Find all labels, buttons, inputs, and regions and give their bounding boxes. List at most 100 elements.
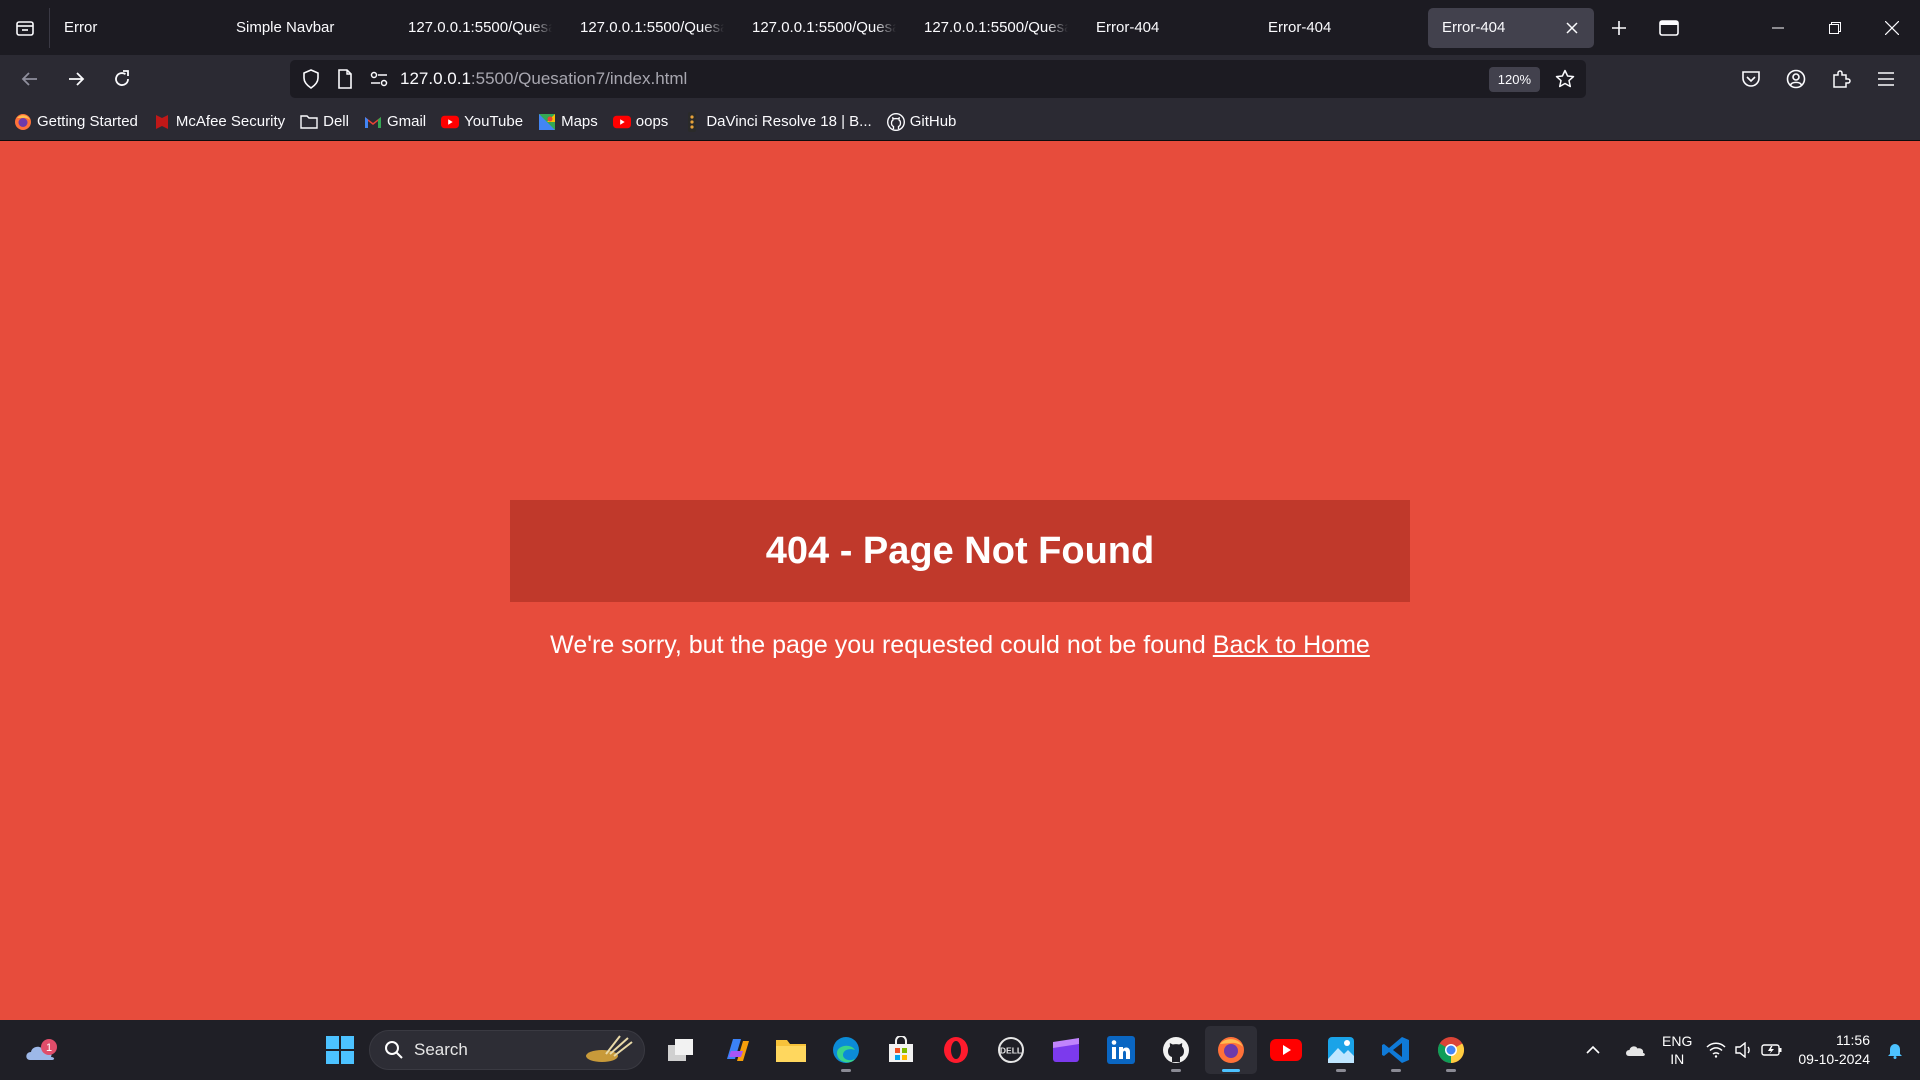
input-language-indicator[interactable]: ENG IN <box>1662 1032 1692 1068</box>
page-info-button[interactable] <box>328 60 362 98</box>
toolbar-right <box>1728 59 1908 99</box>
bookmark-oops[interactable]: oops <box>612 113 669 131</box>
photos-button[interactable] <box>1315 1026 1367 1074</box>
folder-icon <box>776 1040 806 1062</box>
page-icon <box>338 69 352 89</box>
bookmark-maps[interactable]: Maps <box>538 113 598 131</box>
file-explorer-button[interactable] <box>765 1026 817 1074</box>
tab-title: 127.0.0.1:5500/Quesation7/index.html <box>580 19 724 36</box>
tab-title: 127.0.0.1:5500/Quesation7/index.html <box>752 19 896 36</box>
restore-icon <box>1828 21 1841 34</box>
page-viewport: 404 - Page Not Found We're sorry, but th… <box>0 141 1920 1020</box>
shield-icon <box>303 69 319 89</box>
task-view-button[interactable] <box>655 1026 707 1074</box>
copilot-icon <box>727 1039 749 1061</box>
onedrive-button[interactable] <box>1618 1030 1652 1070</box>
tab-strip: Error Simple Navbar 127.0.0.1:5500/Quesa… <box>0 0 1920 55</box>
weather-widget[interactable]: 1 <box>22 1030 62 1070</box>
clock[interactable]: 11:56 09-10-2024 <box>1798 1031 1870 1069</box>
volume-button[interactable] <box>1730 1030 1758 1070</box>
speaker-icon <box>1735 1042 1751 1058</box>
running-indicator <box>1171 1069 1181 1072</box>
firefox-button[interactable] <box>1205 1026 1257 1074</box>
address-bar[interactable]: 127.0.0.1:5500/Quesation7/index.html 120… <box>290 60 1586 98</box>
back-to-home-link[interactable]: Back to Home <box>1213 631 1370 659</box>
dell-button[interactable]: DELL <box>985 1026 1037 1074</box>
tab-localhost-1[interactable]: 127.0.0.1:5500/Quesation7/index.html <box>394 8 566 48</box>
tab-error[interactable]: Error <box>50 8 222 48</box>
zoom-indicator[interactable]: 120% <box>1488 66 1540 92</box>
pocket-button[interactable] <box>1728 59 1773 99</box>
system-tray: ENG IN 11:56 09-10-2024 <box>1576 1020 1920 1080</box>
bookmark-folder-dell[interactable]: Dell <box>300 113 349 131</box>
dell-icon: DELL <box>998 1037 1024 1063</box>
weather-cloud-icon: 1 <box>26 1039 57 1060</box>
linkedin-button[interactable] <box>1095 1026 1147 1074</box>
tab-localhost-3[interactable]: 127.0.0.1:5500/Quesation7/index.html <box>738 8 910 48</box>
taskbar-search[interactable]: Search <box>369 1030 645 1070</box>
arrow-right-icon <box>69 72 85 86</box>
extensions-button[interactable] <box>1818 59 1863 99</box>
firefox-view-button[interactable] <box>1644 0 1694 55</box>
tab-localhost-2[interactable]: 127.0.0.1:5500/Quesation7/index.html <box>566 8 738 48</box>
bookmark-github[interactable]: GitHub <box>886 112 956 131</box>
bookmark-label: Dell <box>323 113 349 130</box>
tab-simple-navbar[interactable]: Simple Navbar <box>222 8 394 48</box>
minimize-button[interactable] <box>1749 0 1806 55</box>
bookmark-youtube[interactable]: YouTube <box>441 113 523 131</box>
firefox-icon <box>14 113 32 131</box>
forward-button[interactable] <box>54 59 98 99</box>
bookmark-label: YouTube <box>464 113 524 130</box>
wifi-icon <box>1706 1042 1726 1058</box>
permissions-button[interactable] <box>362 60 396 98</box>
network-button[interactable] <box>1702 1030 1730 1070</box>
edge-button[interactable] <box>820 1026 872 1074</box>
bookmark-mcafee[interactable]: McAfee Security <box>153 113 285 131</box>
app-menu-button[interactable] <box>1863 59 1908 99</box>
tab-localhost-4[interactable]: 127.0.0.1:5500/Quesation7/index.html <box>910 8 1082 48</box>
account-button[interactable] <box>1773 59 1818 99</box>
bookmark-getting-started[interactable]: Getting Started <box>14 113 138 131</box>
firefox-icon <box>1218 1037 1244 1063</box>
running-indicator <box>841 1069 851 1072</box>
close-tab-icon[interactable] <box>1564 20 1580 36</box>
list-all-tabs-button[interactable] <box>0 0 49 55</box>
tab-error-404-active[interactable]: Error-404 <box>1428 7 1594 48</box>
url-text[interactable]: 127.0.0.1:5500/Quesation7/index.html <box>400 69 1489 89</box>
bookmark-gmail[interactable]: Gmail <box>364 113 426 131</box>
vscode-icon <box>1382 1037 1409 1063</box>
battery-button[interactable] <box>1758 1030 1786 1070</box>
clipchamp-button[interactable] <box>1040 1026 1092 1074</box>
tab-error-404-1[interactable]: Error-404 <box>1082 8 1254 48</box>
opera-button[interactable] <box>930 1026 982 1074</box>
copilot-button[interactable] <box>710 1026 762 1074</box>
window-controls <box>1749 0 1920 55</box>
gmail-icon <box>364 113 382 131</box>
show-hidden-icons-button[interactable] <box>1576 1030 1610 1070</box>
close-window-button[interactable] <box>1863 0 1920 55</box>
tab-error-404-2[interactable]: Error-404 <box>1254 8 1426 48</box>
url-path: :5500/Quesation7/index.html <box>470 69 688 88</box>
bookmark-label: oops <box>635 113 669 130</box>
chrome-button[interactable] <box>1425 1026 1477 1074</box>
bookmark-davinci[interactable]: DaVinci Resolve 18 | B... <box>683 111 872 132</box>
back-button[interactable] <box>8 59 52 99</box>
page-title: 404 - Page Not Found <box>765 529 1155 572</box>
clock-time: 11:56 <box>1836 1032 1870 1048</box>
notifications-button[interactable] <box>1878 1030 1912 1070</box>
bookmark-label: DaVinci Resolve 18 | B... <box>706 113 872 130</box>
new-tab-button[interactable] <box>1594 0 1644 55</box>
bookmark-label: Gmail <box>386 113 427 130</box>
start-button[interactable] <box>314 1026 366 1074</box>
tracking-protection-button[interactable] <box>294 60 328 98</box>
github-desktop-button[interactable] <box>1150 1026 1202 1074</box>
youtube-app-button[interactable] <box>1260 1026 1312 1074</box>
bookmark-page-button[interactable] <box>1548 60 1582 98</box>
reload-button[interactable] <box>100 59 144 99</box>
photos-icon <box>1328 1037 1354 1063</box>
restore-button[interactable] <box>1806 0 1863 55</box>
windows-taskbar: 1 Search DELL ENG IN 11:56 09-10-2024 <box>0 1020 1920 1080</box>
vscode-button[interactable] <box>1370 1026 1422 1074</box>
davinci-icon <box>683 111 701 132</box>
store-button[interactable] <box>875 1026 927 1074</box>
